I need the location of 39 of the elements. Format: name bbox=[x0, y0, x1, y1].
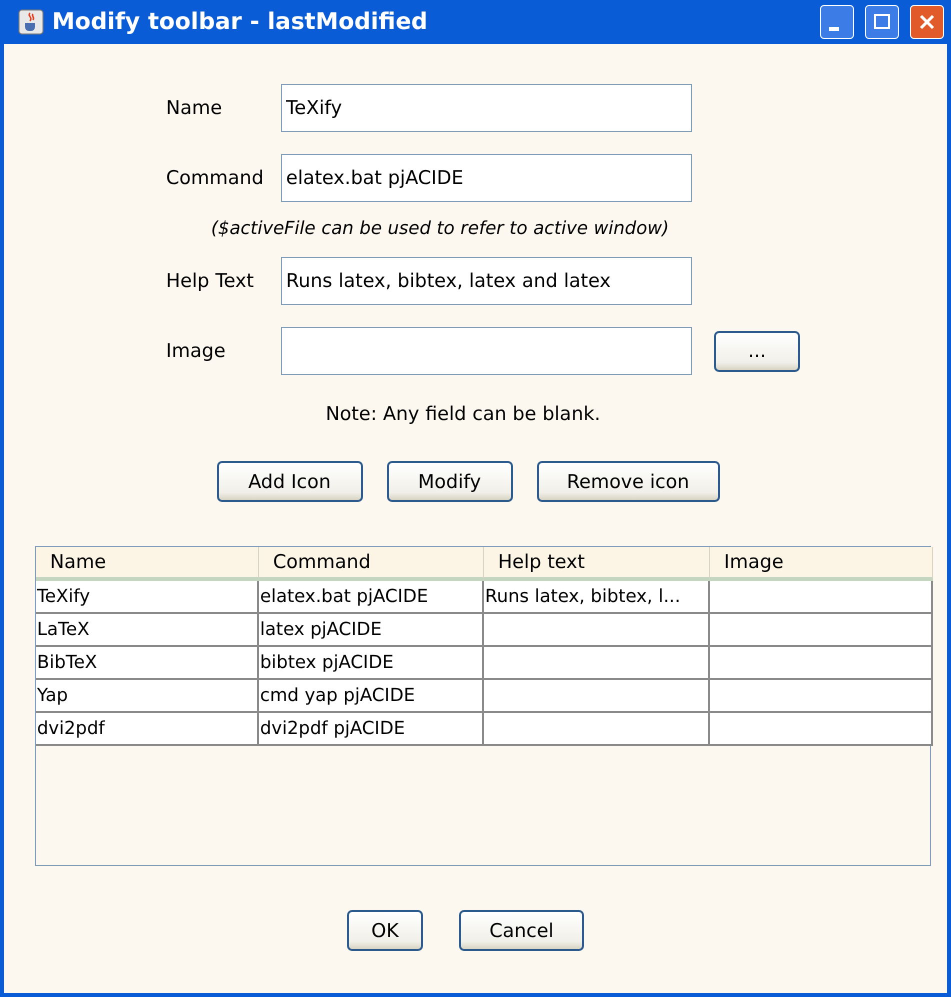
maximize-icon bbox=[873, 13, 891, 31]
action-button[interactable]: Modify bbox=[386, 461, 512, 502]
table-cell: latex pjACIDE bbox=[259, 614, 484, 647]
column-header[interactable]: Image bbox=[710, 547, 933, 581]
coffee-cup-icon bbox=[18, 9, 44, 35]
table-cell: elatex.bat pjACIDE bbox=[259, 581, 484, 614]
column-header[interactable]: Help text bbox=[484, 547, 710, 581]
table-cell: dvi2pdf bbox=[36, 713, 259, 746]
minimize-button[interactable] bbox=[820, 5, 854, 39]
text-field[interactable]: TeXify bbox=[281, 84, 692, 132]
table-cell: Yap bbox=[36, 680, 259, 713]
field-label: Help Text bbox=[166, 270, 255, 292]
table-cell: LaTeX bbox=[36, 614, 259, 647]
action-button[interactable]: Add Icon bbox=[216, 461, 362, 502]
field-label: Image bbox=[166, 340, 227, 362]
table-cell: Runs latex, bibtex, l... bbox=[484, 581, 710, 614]
close-button[interactable] bbox=[910, 5, 944, 39]
text-field[interactable] bbox=[281, 327, 692, 375]
table-cell: cmd yap pjACIDE bbox=[259, 680, 484, 713]
field-label: Name bbox=[166, 97, 224, 119]
hint-text: ($activeFile can be used to refer to active window) bbox=[211, 218, 670, 239]
cancel-button[interactable]: Cancel bbox=[459, 910, 584, 951]
maximize-button[interactable] bbox=[865, 5, 899, 39]
field-label: Command bbox=[166, 167, 265, 189]
table-cell: bibtex pjACIDE bbox=[259, 647, 484, 680]
text-field[interactable]: Runs latex, bibtex, latex and latex bbox=[281, 257, 692, 305]
browse-button[interactable]: ... bbox=[714, 330, 800, 372]
table-cell: BibTeX bbox=[36, 647, 259, 680]
text-field[interactable]: elatex.bat pjACIDE bbox=[281, 154, 692, 202]
table-cell: dvi2pdf pjACIDE bbox=[259, 713, 484, 746]
close-icon bbox=[918, 13, 936, 31]
ok-button[interactable]: OK bbox=[347, 910, 423, 951]
window-title: Modify toolbar - lastModified bbox=[52, 9, 429, 35]
table-cell: TeXify bbox=[36, 581, 259, 614]
column-header[interactable]: Name bbox=[36, 547, 259, 581]
note-text: Note: Any field can be blank. bbox=[326, 403, 600, 425]
action-button[interactable]: Remove icon bbox=[536, 461, 720, 502]
minimize-icon bbox=[829, 27, 839, 31]
column-header[interactable]: Command bbox=[259, 547, 484, 581]
